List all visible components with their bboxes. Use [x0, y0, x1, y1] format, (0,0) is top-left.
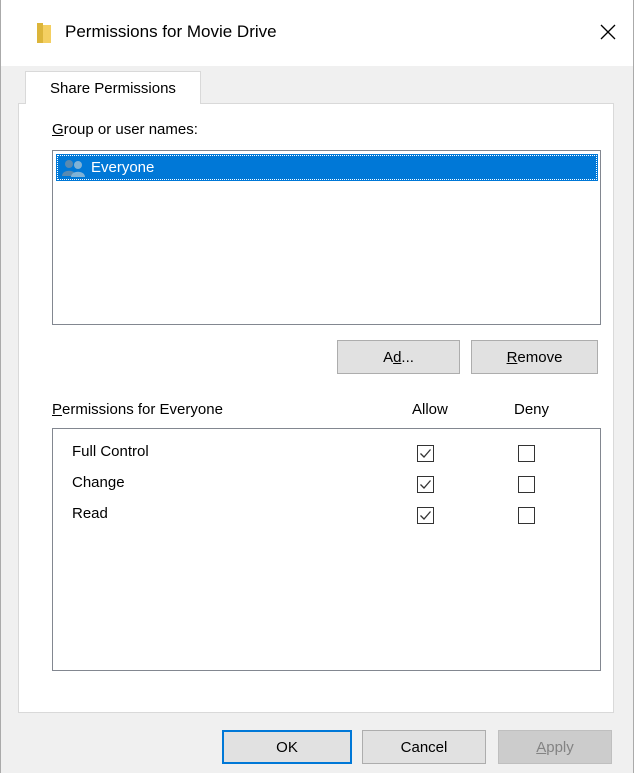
group-user-listbox[interactable]: Everyone: [52, 150, 601, 325]
deny-change-checkbox[interactable]: [518, 476, 535, 493]
permissions-listbox: Full Control Change Read: [52, 428, 601, 671]
permission-row-read: Read: [53, 501, 600, 529]
add-label-end: ...: [401, 348, 414, 366]
allow-column-header: Allow: [412, 401, 448, 418]
permission-row-change: Change: [53, 470, 600, 498]
group-or-user-names-label: Group or user names:: [52, 121, 198, 138]
permissions-dialog: Permissions for Movie Drive Share Permis…: [0, 0, 634, 773]
window-title: Permissions for Movie Drive: [65, 22, 277, 41]
remove-button[interactable]: Remove: [471, 340, 598, 374]
apply-button[interactable]: Apply: [498, 730, 612, 764]
permission-name: Full Control: [72, 443, 149, 460]
permission-name: Read: [72, 505, 108, 522]
remove-label-rest: emove: [517, 348, 563, 366]
close-button[interactable]: [591, 13, 625, 51]
allow-change-checkbox[interactable]: [417, 476, 434, 493]
add-label-start: A: [383, 348, 394, 366]
permissions-for-label: Permissions for Everyone: [52, 401, 223, 418]
checkmark-icon: [420, 511, 431, 520]
add-button[interactable]: Ad...: [337, 340, 460, 374]
close-icon: [600, 24, 616, 40]
folder-icon: [37, 23, 51, 43]
permissions-label-rest: ermissions for Everyone: [62, 401, 223, 418]
permission-name: Change: [72, 474, 125, 491]
apply-label-hotkey: A: [536, 738, 547, 756]
users-icon: [62, 159, 85, 177]
title-bar[interactable]: Permissions for Movie Drive: [1, 0, 633, 66]
apply-label-rest: pply: [546, 738, 574, 756]
permission-row-full-control: Full Control: [53, 439, 600, 467]
group-label-hotkey: G: [52, 121, 64, 138]
list-item-everyone[interactable]: Everyone: [56, 154, 598, 181]
checkmark-icon: [420, 449, 431, 458]
allow-full-control-checkbox[interactable]: [417, 445, 434, 462]
cancel-button[interactable]: Cancel: [362, 730, 486, 764]
deny-column-header: Deny: [514, 401, 550, 418]
allow-read-checkbox[interactable]: [417, 507, 434, 524]
permissions-label-hotkey: P: [52, 401, 63, 418]
add-label-hotkey: d: [393, 348, 402, 366]
group-label-rest: roup or user names:: [63, 121, 198, 138]
deny-full-control-checkbox[interactable]: [518, 445, 535, 462]
list-item-label: Everyone: [91, 159, 155, 176]
tab-share-permissions[interactable]: Share Permissions: [25, 71, 201, 104]
remove-label-hotkey: R: [506, 348, 518, 366]
ok-button[interactable]: OK: [222, 730, 352, 764]
deny-read-checkbox[interactable]: [518, 507, 535, 524]
checkmark-icon: [420, 480, 431, 489]
